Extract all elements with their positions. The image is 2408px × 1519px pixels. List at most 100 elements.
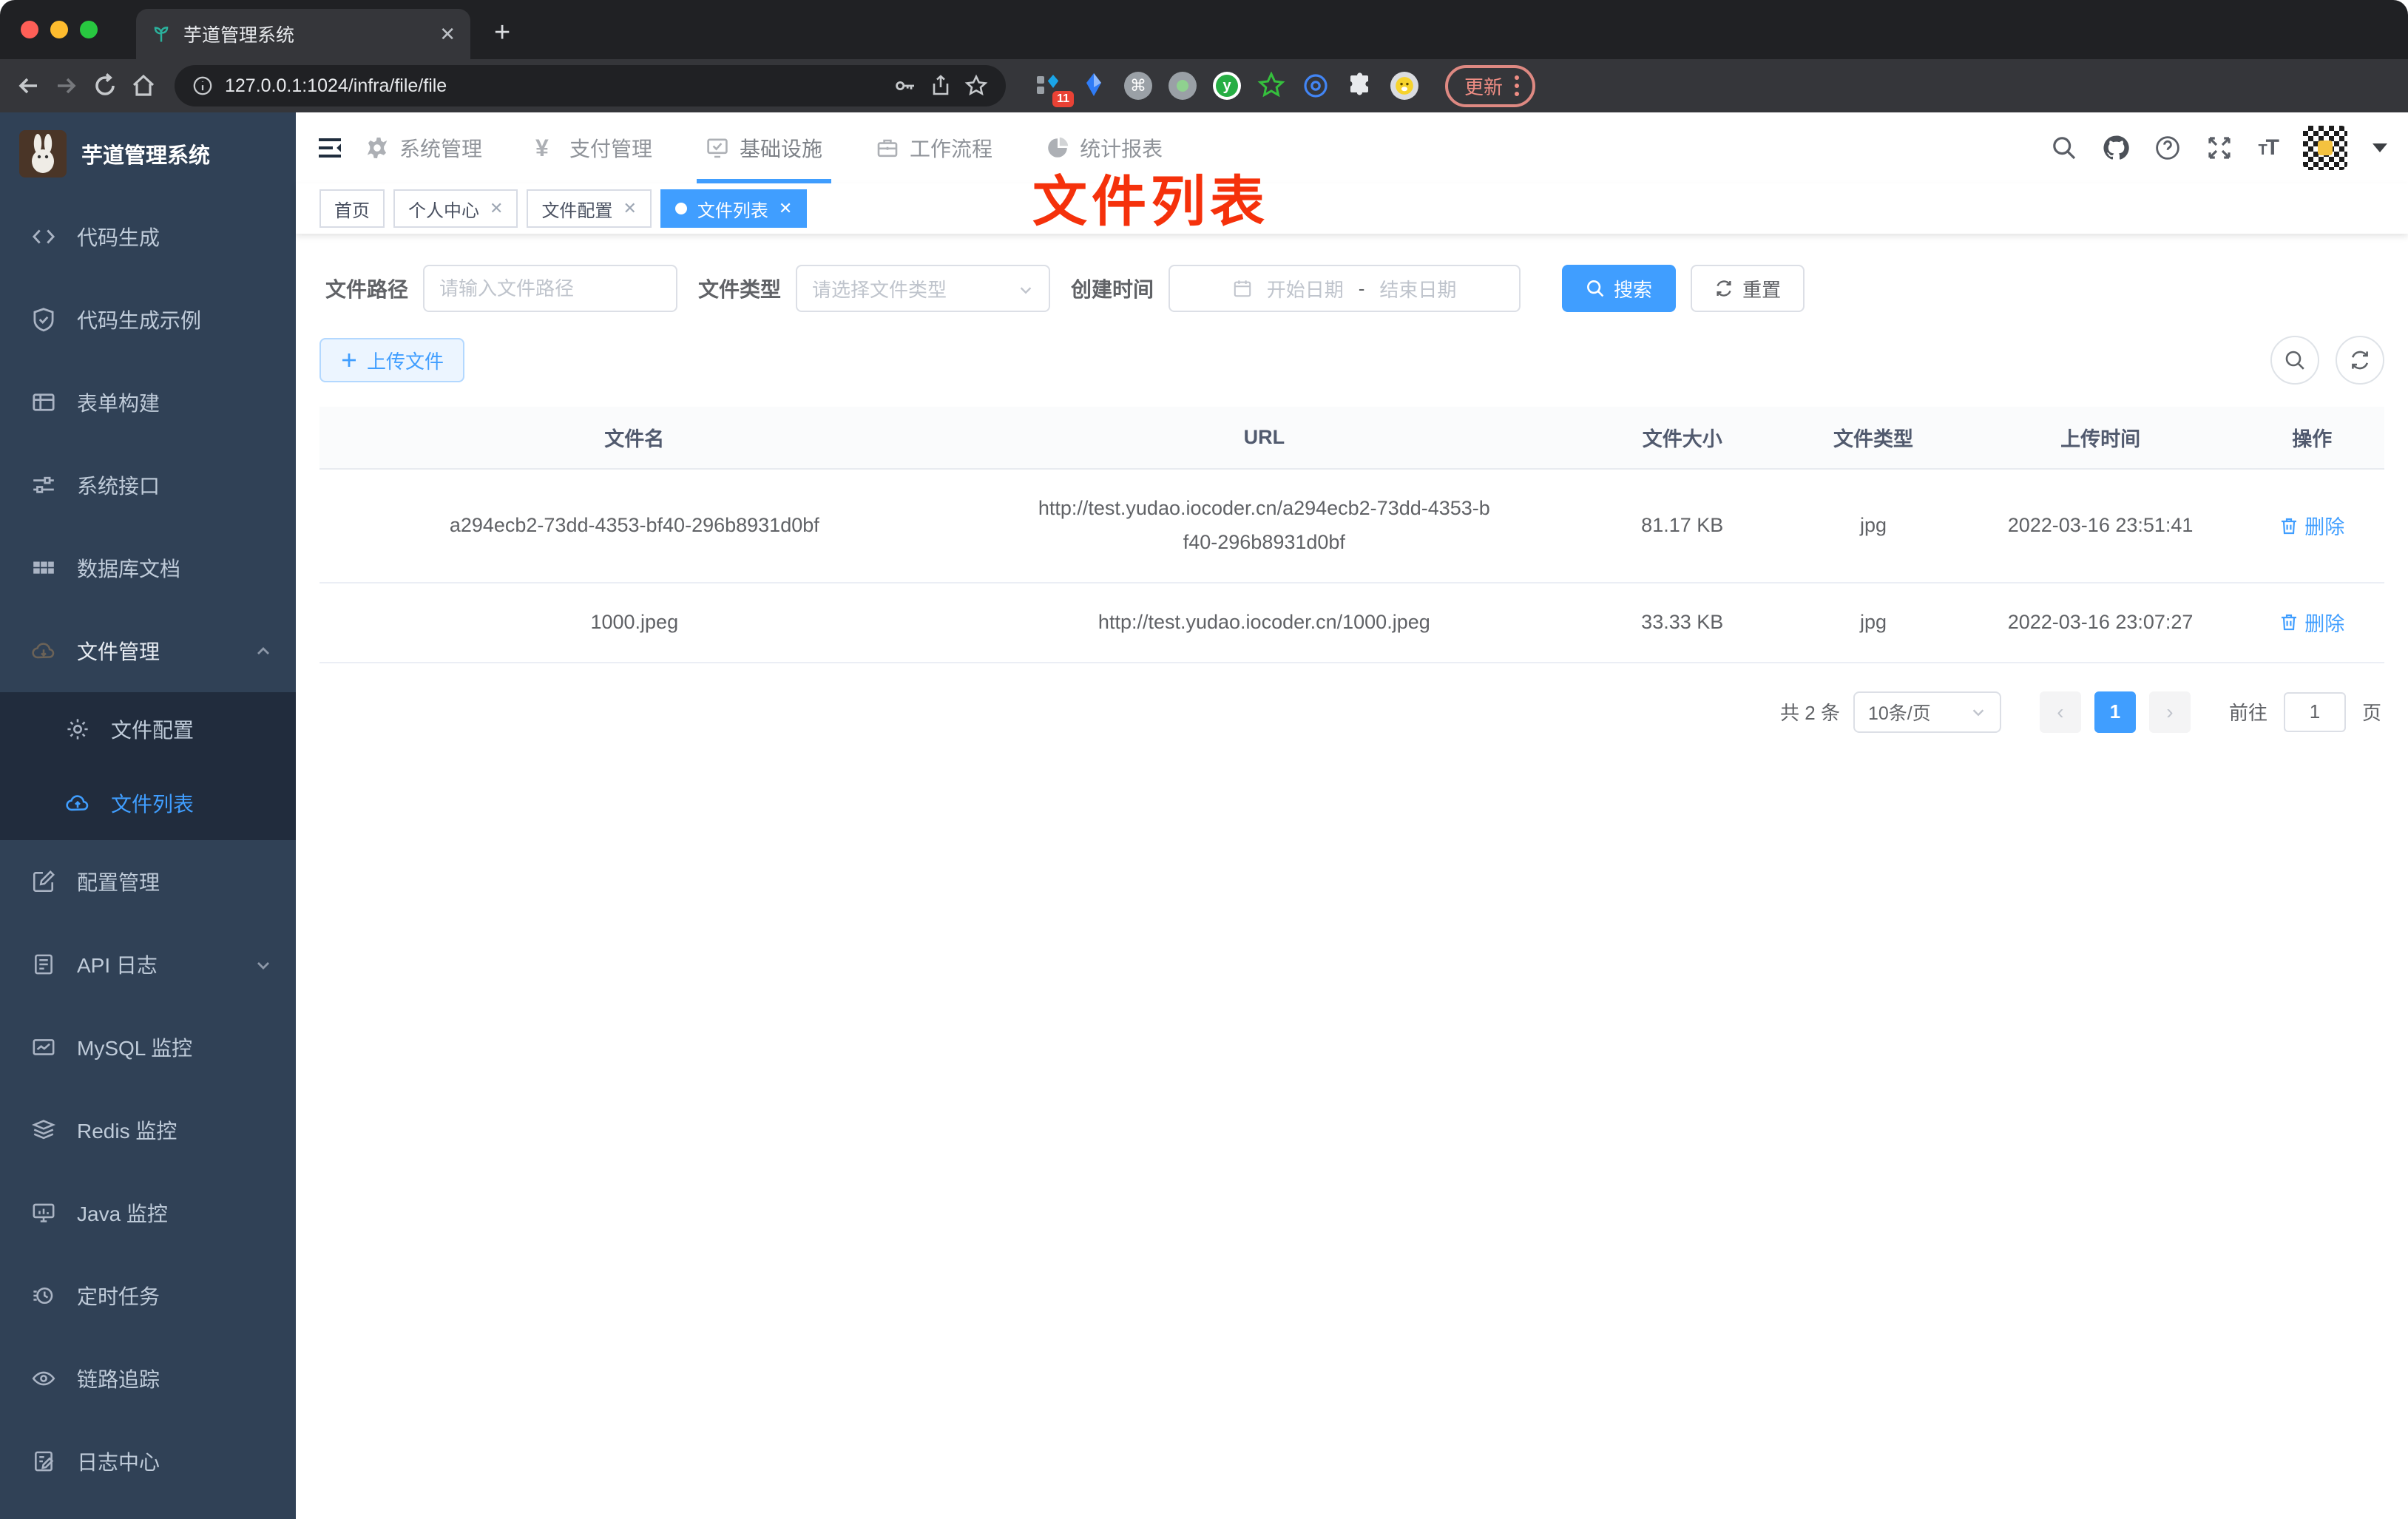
gear-icon bbox=[365, 136, 389, 160]
sidebar-item-scheduled-tasks[interactable]: 定时任务 bbox=[0, 1254, 296, 1337]
cloud-upload-icon bbox=[65, 791, 90, 816]
file-type-select[interactable]: 请选择文件类型 bbox=[796, 265, 1051, 312]
tag-close-icon[interactable]: ✕ bbox=[490, 199, 503, 218]
chevron-down-icon bbox=[254, 955, 272, 973]
github-icon[interactable] bbox=[2103, 135, 2130, 161]
nav-label: 工作流程 bbox=[910, 138, 993, 160]
tag-file-list[interactable]: 文件列表 ✕ bbox=[660, 189, 808, 228]
sidebar-item-tracing[interactable]: 链路追踪 bbox=[0, 1337, 296, 1420]
eye-extension-icon[interactable] bbox=[1302, 72, 1330, 100]
refresh-table-button[interactable] bbox=[2336, 336, 2384, 385]
sidebar-item-api-log[interactable]: API 日志 bbox=[0, 923, 296, 1006]
y-extension-icon[interactable]: y bbox=[1213, 72, 1241, 100]
page-content: 文件路径 文件类型 请选择文件类型 创建时间 开始日期 - 结束日期 bbox=[296, 234, 2408, 1519]
sidebar-item-code-generation[interactable]: 代码生成 bbox=[0, 195, 296, 278]
sidebar-item-system-api[interactable]: 系统接口 bbox=[0, 444, 296, 527]
tab-manager-extension-icon[interactable]: 11 bbox=[1035, 72, 1074, 107]
browser-tab[interactable]: 芋道管理系统 ✕ bbox=[136, 9, 470, 59]
url-bar[interactable]: 127.0.0.1:1024/infra/file/file bbox=[175, 65, 1006, 106]
nav-label: 统计报表 bbox=[1080, 138, 1163, 160]
refresh-icon bbox=[1714, 279, 1734, 298]
menu-fold-icon[interactable] bbox=[315, 133, 345, 163]
nav-item-system[interactable]: 系统管理 bbox=[365, 112, 482, 183]
site-info-icon[interactable] bbox=[192, 75, 213, 96]
sidebar-item-redis-monitor[interactable]: Redis 监控 bbox=[0, 1089, 296, 1171]
back-icon[interactable] bbox=[15, 72, 41, 99]
update-browser-button[interactable]: 更新 bbox=[1445, 64, 1536, 107]
nav-item-workflow[interactable]: 工作流程 bbox=[876, 112, 992, 183]
sidebar-item-form-builder[interactable]: 表单构建 bbox=[0, 361, 296, 444]
share-icon[interactable] bbox=[929, 74, 953, 98]
cell-type: jpg bbox=[1785, 582, 1961, 663]
cell-size: 33.33 KB bbox=[1579, 582, 1786, 663]
password-key-icon[interactable] bbox=[893, 74, 917, 98]
sidebar-item-file-list[interactable]: 文件列表 bbox=[0, 766, 296, 840]
close-window-button[interactable] bbox=[21, 21, 38, 38]
sidebar-logo[interactable]: 芋道管理系统 bbox=[0, 112, 296, 195]
delete-button[interactable]: 删除 bbox=[2279, 511, 2344, 540]
profile-avatar-icon[interactable] bbox=[1390, 72, 1418, 100]
prev-page-button[interactable]: ‹ bbox=[2039, 691, 2081, 733]
sidebar-item-file-management[interactable]: 文件管理 bbox=[0, 609, 296, 692]
api-log-icon bbox=[31, 952, 56, 977]
puzzle-extensions-icon[interactable] bbox=[1346, 72, 1374, 100]
tag-home[interactable]: 首页 bbox=[319, 189, 385, 228]
kite-extension-icon[interactable] bbox=[1080, 72, 1108, 100]
help-icon[interactable] bbox=[2154, 135, 2181, 161]
reset-button[interactable]: 重置 bbox=[1691, 265, 1805, 312]
sidebar-item-mysql-monitor[interactable]: MySQL 监控 bbox=[0, 1006, 296, 1089]
minimize-window-button[interactable] bbox=[50, 21, 68, 38]
page-number-button[interactable]: 1 bbox=[2094, 691, 2136, 733]
sidebar-item-code-example[interactable]: 代码生成示例 bbox=[0, 278, 296, 361]
next-page-button[interactable]: › bbox=[2148, 691, 2191, 733]
forward-icon[interactable] bbox=[53, 72, 80, 99]
zoom-window-button[interactable] bbox=[80, 21, 98, 38]
upload-file-button[interactable]: 上传文件 bbox=[319, 338, 465, 382]
cell-url: http://test.yudao.iocoder.cn/a294ecb2-73… bbox=[949, 469, 1580, 583]
new-tab-button[interactable]: + bbox=[494, 17, 510, 49]
sidebar: 芋道管理系统 代码生成 代码生成示例 表单构建 系统接口 数据库文档 文件管理 … bbox=[0, 112, 296, 1519]
nav-item-payment[interactable]: ¥ 支付管理 bbox=[535, 112, 652, 183]
recorder-extension-icon[interactable] bbox=[1169, 72, 1197, 100]
caret-down-icon[interactable] bbox=[2373, 143, 2387, 152]
bookmark-star-icon[interactable] bbox=[964, 74, 988, 98]
font-size-icon[interactable]: TT bbox=[2258, 135, 2279, 160]
goto-page-input[interactable] bbox=[2283, 691, 2346, 732]
tag-file-config[interactable]: 文件配置 ✕ bbox=[527, 189, 652, 228]
page-size-select[interactable]: 10条/页 bbox=[1853, 691, 2001, 733]
table-tools bbox=[2270, 336, 2384, 385]
sidebar-item-config-management[interactable]: 配置管理 bbox=[0, 840, 296, 923]
search-button[interactable]: 搜索 bbox=[1562, 265, 1677, 312]
chevron-down-icon bbox=[1970, 704, 1986, 720]
command-extension-icon[interactable]: ⌘ bbox=[1124, 72, 1152, 100]
green-star-extension-icon[interactable] bbox=[1257, 71, 1285, 100]
sidebar-item-label: 链路追踪 bbox=[77, 1368, 160, 1391]
nav-item-infrastructure[interactable]: 基础设施 bbox=[697, 112, 832, 183]
screenshot-annotation: 文件列表 bbox=[1032, 171, 1269, 232]
table-header-row: 文件名 URL 文件大小 文件类型 上传时间 操作 bbox=[319, 407, 2384, 470]
search-icon[interactable] bbox=[2051, 135, 2077, 161]
fullscreen-icon[interactable] bbox=[2206, 135, 2233, 161]
reload-icon[interactable] bbox=[92, 72, 118, 99]
date-range-picker[interactable]: 开始日期 - 结束日期 bbox=[1169, 265, 1521, 312]
sidebar-item-db-doc[interactable]: 数据库文档 bbox=[0, 527, 296, 609]
col-url: URL bbox=[949, 407, 1580, 470]
show-search-button[interactable] bbox=[2270, 336, 2319, 385]
file-path-input[interactable] bbox=[423, 265, 678, 312]
tag-profile[interactable]: 个人中心 ✕ bbox=[393, 189, 518, 228]
home-icon[interactable] bbox=[130, 72, 157, 99]
active-dot bbox=[674, 203, 687, 214]
file-table: 文件名 URL 文件大小 文件类型 上传时间 操作 a294ecb2-73dd-… bbox=[319, 407, 2384, 663]
delete-button[interactable]: 删除 bbox=[2279, 608, 2344, 637]
sidebar-item-log-center[interactable]: 日志中心 bbox=[0, 1420, 296, 1503]
user-avatar[interactable] bbox=[2303, 126, 2347, 170]
sidebar-item-label: Java 监控 bbox=[77, 1202, 168, 1225]
browser-menu-icon[interactable] bbox=[1515, 75, 1520, 96]
tag-label: 文件配置 bbox=[541, 200, 613, 221]
tab-close-icon[interactable]: ✕ bbox=[439, 23, 456, 46]
end-date-placeholder: 结束日期 bbox=[1379, 278, 1457, 301]
sidebar-item-java-monitor[interactable]: Java 监控 bbox=[0, 1171, 296, 1254]
tag-close-icon[interactable]: ✕ bbox=[623, 199, 636, 218]
tag-close-icon[interactable]: ✕ bbox=[779, 199, 792, 218]
sidebar-item-file-config[interactable]: 文件配置 bbox=[0, 692, 296, 766]
